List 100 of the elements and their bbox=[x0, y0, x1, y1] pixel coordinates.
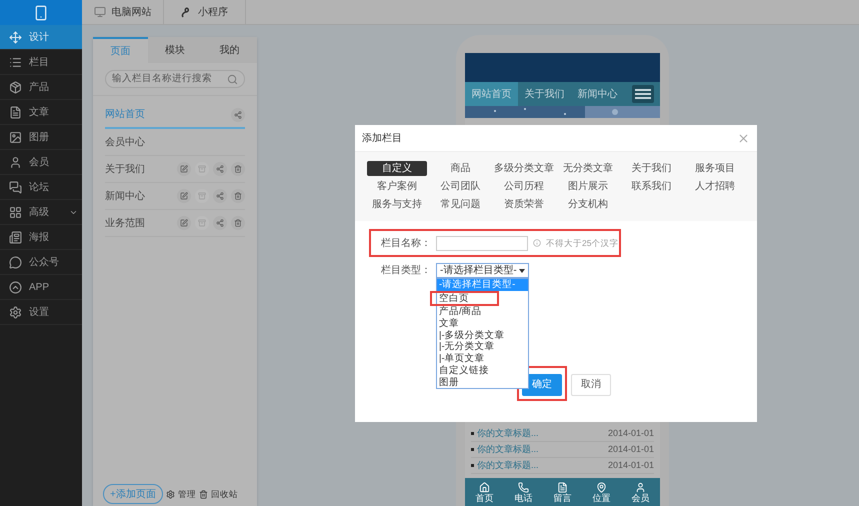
sidebar-item[interactable]: 设计 bbox=[0, 25, 82, 50]
dropdown-option[interactable]: -请选择栏目类型- bbox=[437, 279, 528, 291]
recycle-bin-link[interactable]: 回收站 bbox=[210, 488, 238, 500]
sidebar-item[interactable]: 栏目 bbox=[0, 50, 82, 75]
dropdown-option[interactable]: |-多级分类文章 bbox=[437, 330, 528, 342]
page-list-item[interactable]: 业务范围 bbox=[105, 210, 245, 237]
user-icon bbox=[635, 482, 646, 492]
close-icon[interactable] bbox=[737, 132, 750, 144]
panel-tab[interactable]: 模块 bbox=[148, 37, 202, 63]
trash-icon[interactable] bbox=[231, 162, 245, 176]
bottom-nav-item[interactable]: 位置 bbox=[582, 478, 621, 506]
type-label: 栏目类型： bbox=[381, 264, 431, 278]
move-icon bbox=[9, 30, 22, 44]
dropdown-option[interactable]: 自定义链接 bbox=[437, 364, 528, 376]
article-date: 2014-01-01 bbox=[608, 442, 654, 456]
speech-bubble-icon bbox=[9, 256, 22, 268]
dropdown-option[interactable]: |-无分类文章 bbox=[437, 341, 528, 354]
article-date: 2014-01-01 bbox=[608, 458, 654, 472]
sidebar-item[interactable]: 图册 bbox=[0, 125, 82, 150]
page-list-item[interactable]: 会员中心 bbox=[105, 129, 245, 156]
page-list-item[interactable]: 关于我们 bbox=[105, 156, 245, 183]
home-icon bbox=[479, 482, 490, 492]
preset-chip[interactable]: 常见问题 bbox=[430, 197, 490, 212]
bottom-nav-item[interactable]: 会员 bbox=[621, 478, 660, 506]
preset-chip[interactable]: 公司团队 bbox=[430, 179, 490, 194]
sidebar-item[interactable]: 会员 bbox=[0, 150, 82, 175]
sidebar-item[interactable]: 产品 bbox=[0, 75, 82, 100]
bottom-nav-item[interactable]: 首页 bbox=[465, 478, 504, 506]
map-pin-icon bbox=[596, 482, 607, 492]
menu-icon[interactable] bbox=[632, 85, 654, 103]
sidebar-item[interactable]: 论坛 bbox=[0, 175, 82, 200]
manage-link[interactable]: 管理 bbox=[178, 488, 196, 500]
share-icon[interactable] bbox=[231, 108, 245, 122]
bottom-nav-item[interactable]: 留言 bbox=[543, 478, 582, 506]
trash-icon[interactable] bbox=[231, 189, 245, 203]
poster-icon bbox=[9, 230, 22, 244]
preset-chip[interactable]: 分支机构 bbox=[558, 197, 618, 212]
user-icon bbox=[9, 156, 22, 168]
name-input[interactable] bbox=[436, 236, 528, 250]
sidebar-item[interactable]: 设置 bbox=[0, 300, 82, 325]
edit-icon[interactable] bbox=[177, 216, 191, 230]
dropdown-option[interactable]: |-单页文章 bbox=[437, 353, 528, 365]
sidebar-item[interactable]: 公众号 bbox=[0, 250, 82, 275]
preset-chip[interactable]: 服务项目 bbox=[685, 161, 745, 176]
preset-chip[interactable]: 关于我们 bbox=[622, 161, 682, 176]
cancel-button[interactable]: 取消 bbox=[571, 374, 611, 396]
panel-tab[interactable]: 我的 bbox=[202, 37, 258, 63]
search-field[interactable]: 输入栏目名称进行搜索 bbox=[105, 70, 245, 88]
dropdown-option[interactable]: 产品/商品 bbox=[437, 306, 528, 318]
preset-chip[interactable]: 自定义 bbox=[367, 161, 427, 176]
edit-icon[interactable] bbox=[177, 189, 191, 203]
preset-chip[interactable]: 客户案例 bbox=[367, 179, 427, 194]
monitor-icon bbox=[94, 6, 106, 18]
preset-chip[interactable]: 资质荣誉 bbox=[494, 197, 554, 212]
preset-chip[interactable]: 图片展示 bbox=[558, 179, 618, 194]
document-icon bbox=[9, 106, 22, 118]
settings-icon bbox=[9, 306, 22, 318]
gear-icon bbox=[166, 490, 175, 498]
swirl-icon bbox=[181, 6, 192, 18]
bullet-icon bbox=[471, 464, 474, 467]
list-icon bbox=[9, 56, 22, 68]
grid-icon bbox=[9, 206, 22, 218]
name-hint: 不得大于25个汉字 bbox=[546, 236, 618, 250]
bullet-icon bbox=[471, 432, 474, 435]
top-tab[interactable]: 小程序 bbox=[164, 0, 246, 24]
edit-icon[interactable] bbox=[177, 162, 191, 176]
app-icon bbox=[9, 280, 22, 294]
share-icon[interactable] bbox=[213, 162, 227, 176]
chat-icon bbox=[9, 180, 22, 194]
name-label: 栏目名称： bbox=[381, 236, 431, 250]
site-nav-item[interactable]: 关于我们 bbox=[518, 82, 571, 106]
dropdown-option[interactable]: 文章 bbox=[437, 318, 528, 330]
sidebar-item[interactable]: APP bbox=[0, 275, 82, 300]
sidebar-item[interactable]: 文章 bbox=[0, 100, 82, 125]
preset-chip[interactable]: 无分类文章 bbox=[558, 161, 618, 176]
share-icon[interactable] bbox=[213, 216, 227, 230]
preset-chip[interactable]: 商品 bbox=[430, 161, 490, 176]
box-icon bbox=[9, 80, 22, 94]
sidebar-item[interactable]: 高级 bbox=[0, 200, 82, 225]
page-list-item[interactable]: 新闻中心 bbox=[105, 183, 245, 210]
sidebar-item[interactable]: 海报 bbox=[0, 225, 82, 250]
phone-icon bbox=[518, 482, 529, 492]
smartphone-icon bbox=[33, 4, 49, 20]
preset-chip[interactable]: 服务与支持 bbox=[367, 197, 427, 212]
dialog-title: 添加栏目 bbox=[362, 132, 403, 146]
bottom-nav-item[interactable]: 电话 bbox=[504, 478, 543, 506]
preset-chip[interactable]: 多级分类文章 bbox=[494, 161, 554, 176]
site-nav-item[interactable]: 新闻中心 bbox=[571, 82, 624, 106]
bullet-icon bbox=[471, 448, 474, 451]
preset-chip[interactable]: 人才招聘 bbox=[685, 179, 745, 194]
dropdown-option[interactable]: 空白页 bbox=[437, 292, 497, 304]
share-icon[interactable] bbox=[213, 189, 227, 203]
info-icon bbox=[533, 239, 541, 247]
top-tab[interactable]: 电脑网站 bbox=[82, 0, 164, 24]
dropdown-arrow-icon bbox=[519, 268, 525, 272]
preset-chip[interactable]: 联系我们 bbox=[622, 179, 682, 194]
preset-chip[interactable]: 公司历程 bbox=[494, 179, 554, 194]
document-icon bbox=[557, 482, 568, 492]
trash-icon[interactable] bbox=[231, 216, 245, 230]
image-icon bbox=[9, 130, 22, 144]
